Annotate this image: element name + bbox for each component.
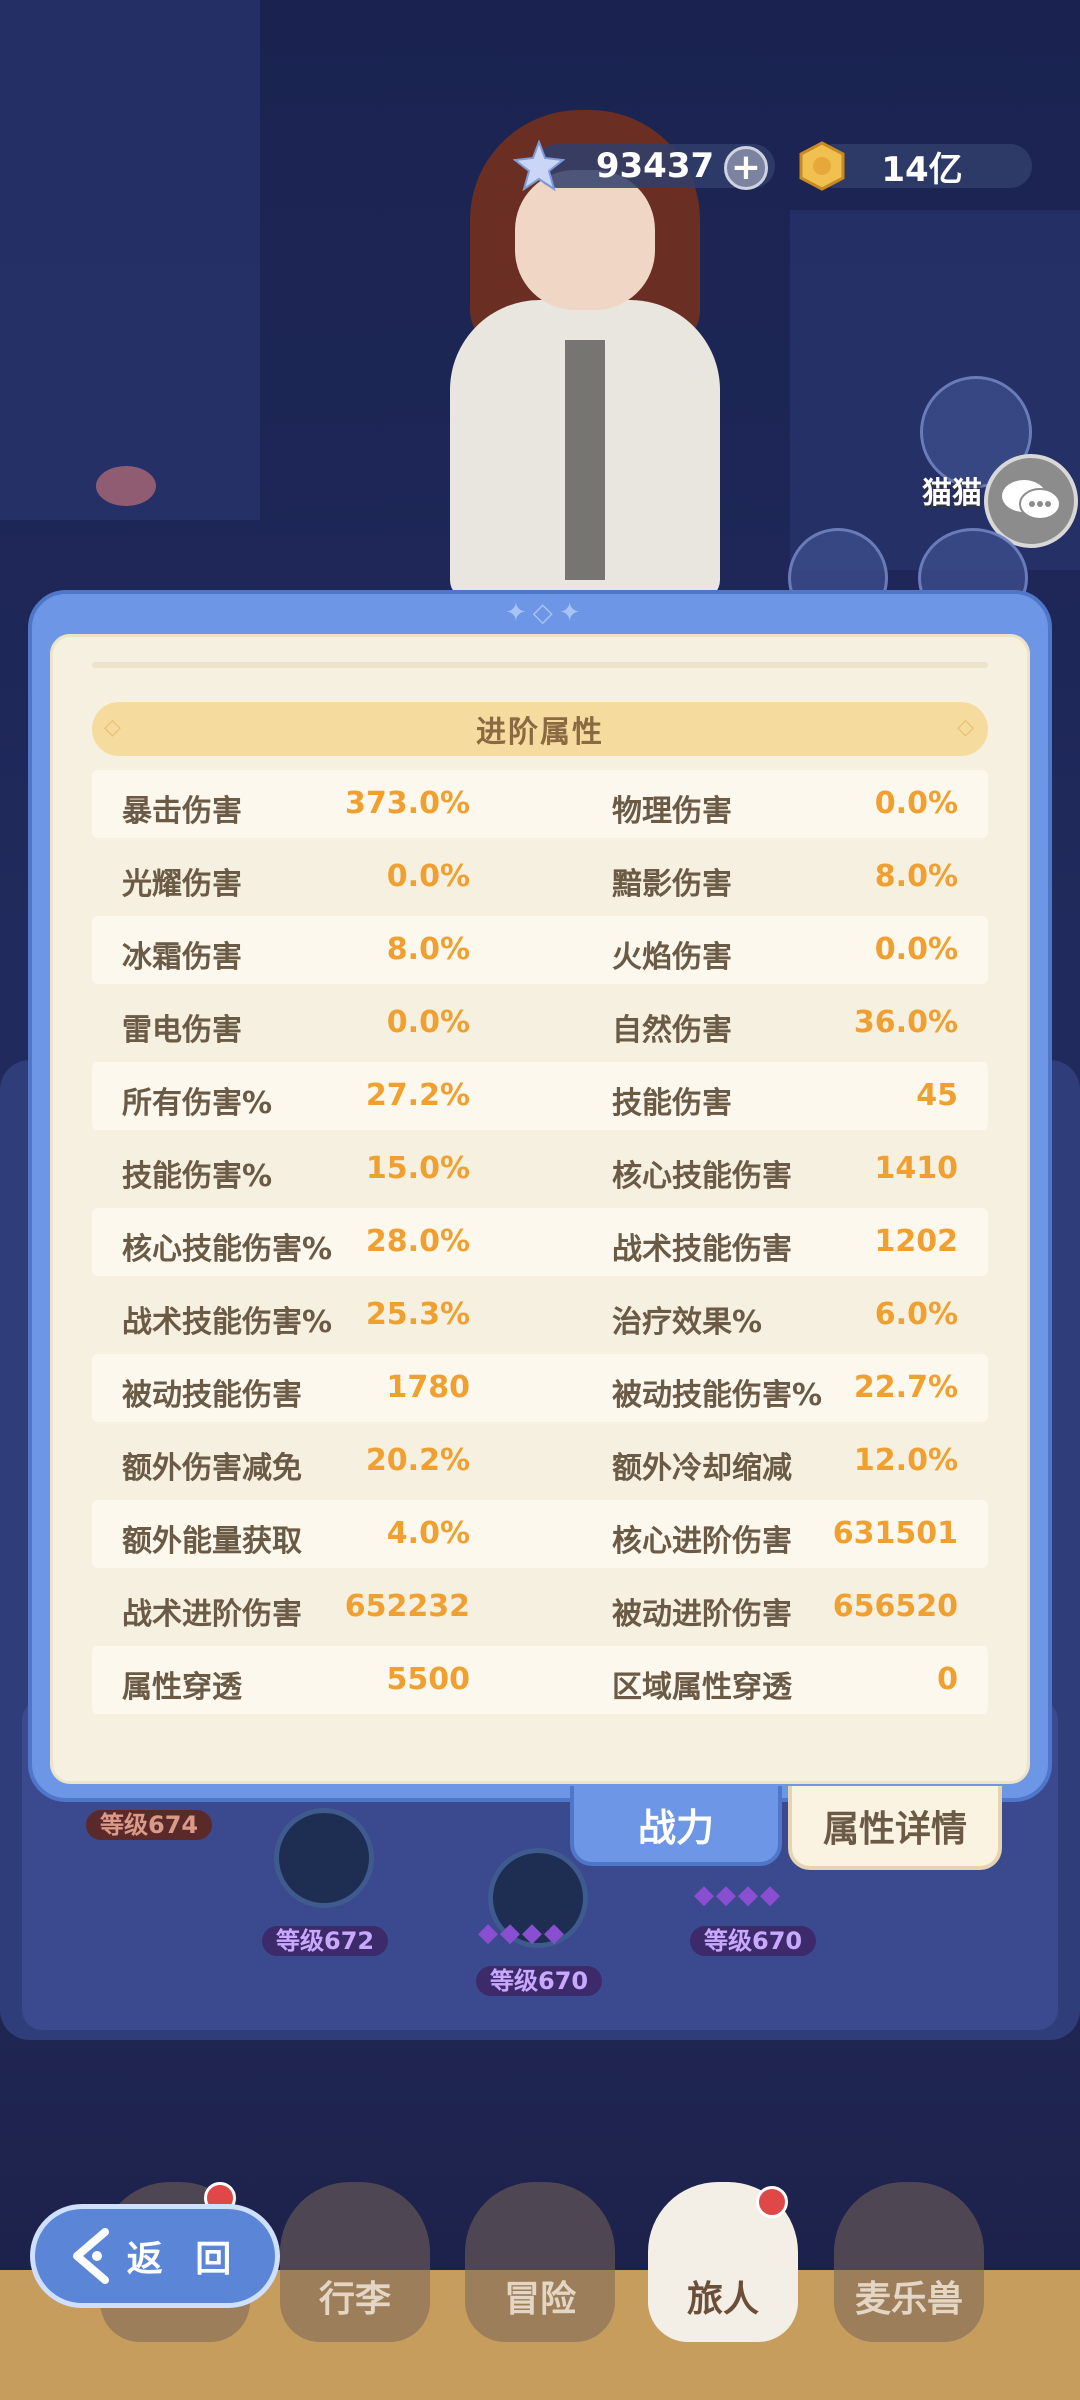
dialog-top-ornament: ✦◇✦ xyxy=(505,598,587,628)
section-title: 进阶属性 xyxy=(476,715,604,750)
attribute-row: 战术进阶伤害 652232 被动进阶伤害 656520 xyxy=(92,1573,988,1641)
attribute-value: 8.0% xyxy=(874,859,958,894)
attribute-value: 22.7% xyxy=(853,1370,958,1405)
attribute-value: 373.0% xyxy=(345,786,470,821)
rank-diamonds: ◆◆◆◆ xyxy=(478,1918,566,1948)
attribute-value: 45 xyxy=(916,1078,958,1113)
attribute-row: 暴击伤害 373.0% 物理伤害 0.0% xyxy=(92,770,988,838)
nav-label-pet: 麦乐兽 xyxy=(854,2279,963,2320)
header-ornament-right: ◇ xyxy=(957,715,976,740)
attribute-value: 8.0% xyxy=(386,932,470,967)
attribute-label: 技能伤害% xyxy=(122,1159,273,1194)
attribute-value: 0 xyxy=(937,1662,958,1697)
tab-detail-label: 属性详情 xyxy=(822,1809,967,1850)
level-tag: 等级672 xyxy=(262,1926,389,1956)
cat-side-label: 猫猫 xyxy=(922,476,982,511)
attribute-value: 0.0% xyxy=(386,859,470,894)
crystal-amount: 93437 xyxy=(595,146,715,186)
background-ornament xyxy=(96,466,156,506)
background-building-left xyxy=(0,0,260,520)
attribute-value: 652232 xyxy=(344,1589,470,1624)
attribute-label: 自然伤害 xyxy=(612,1013,732,1048)
back-arrow-icon xyxy=(72,2228,109,2284)
attribute-row: 所有伤害% 27.2% 技能伤害 45 xyxy=(92,1062,988,1130)
attribute-row: 属性穿透 5500 区域属性穿透 0 xyxy=(92,1646,988,1714)
level-tag: 等级670 xyxy=(476,1966,603,1996)
panel-divider xyxy=(92,662,988,668)
attribute-label: 火焰伤害 xyxy=(612,940,732,975)
attribute-value: 15.0% xyxy=(365,1151,470,1186)
attribute-value: 20.2% xyxy=(365,1443,470,1478)
attribute-label: 物理伤害 xyxy=(612,794,732,829)
attribute-value: 27.2% xyxy=(365,1078,470,1113)
attribute-value: 4.0% xyxy=(386,1516,470,1551)
header-ornament-left: ◇ xyxy=(104,715,123,740)
nav-label-adventure: 冒险 xyxy=(503,2279,576,2320)
level-tag: 等级674 xyxy=(86,1810,213,1840)
character-figure xyxy=(440,40,730,600)
tab-power-label: 战力 xyxy=(637,1805,714,1850)
tab-attribute-detail[interactable]: 属性详情 xyxy=(788,1786,1002,1870)
notification-badge xyxy=(756,2186,788,2218)
nav-label-traveler: 旅人 xyxy=(686,2279,759,2320)
chat-icon xyxy=(1002,480,1061,520)
attribute-value: 6.0% xyxy=(874,1297,958,1332)
section-header: ◇ 进阶属性 ◇ xyxy=(92,702,988,756)
attribute-value: 1410 xyxy=(874,1151,959,1186)
rank-diamonds: ◆◆◆◆ xyxy=(694,1880,782,1910)
attribute-value: 631501 xyxy=(832,1516,958,1551)
nav-item-pet[interactable]: 麦乐兽 xyxy=(834,2182,984,2342)
attribute-value: 1780 xyxy=(386,1370,471,1405)
attribute-row: 冰霜伤害 8.0% 火焰伤害 0.0% xyxy=(92,916,988,984)
nav-item-luggage[interactable]: 行李 xyxy=(280,2182,430,2342)
attribute-row: 雷电伤害 0.0% 自然伤害 36.0% xyxy=(92,989,988,1057)
attribute-value: 0.0% xyxy=(874,786,958,821)
coin-icon xyxy=(796,140,848,192)
attribute-label: 黯影伤害 xyxy=(612,867,732,902)
attribute-value: 36.0% xyxy=(853,1005,958,1040)
attribute-row: 战术技能伤害% 25.3% 治疗效果% 6.0% xyxy=(92,1281,988,1349)
add-crystal-button[interactable]: + xyxy=(724,146,768,190)
tab-power[interactable]: 战力 xyxy=(570,1786,782,1866)
attribute-row: 核心技能伤害% 28.0% 战术技能伤害 1202 xyxy=(92,1208,988,1276)
character-tie xyxy=(565,340,605,580)
skill-node[interactable] xyxy=(274,1808,374,1908)
back-button-label: 返 回 xyxy=(126,2239,242,2280)
attribute-label: 治疗效果% xyxy=(612,1305,763,1340)
back-button[interactable]: 返 回 xyxy=(30,2204,280,2308)
attribute-label: 光耀伤害 xyxy=(122,867,242,902)
attribute-row: 技能伤害% 15.0% 核心技能伤害 1410 xyxy=(92,1135,988,1203)
attribute-row: 被动技能伤害 1780 被动技能伤害% 22.7% xyxy=(92,1354,988,1422)
attribute-label: 技能伤害 xyxy=(612,1086,732,1121)
attribute-value: 25.3% xyxy=(365,1297,470,1332)
attribute-label: 雷电伤害 xyxy=(122,1013,242,1048)
attribute-value: 0.0% xyxy=(386,1005,470,1040)
attribute-value: 12.0% xyxy=(853,1443,958,1478)
attribute-value: 1202 xyxy=(874,1224,959,1259)
attribute-label: 冰霜伤害 xyxy=(122,940,242,975)
attribute-value: 0.0% xyxy=(874,932,958,967)
attribute-row: 光耀伤害 0.0% 黯影伤害 8.0% xyxy=(92,843,988,911)
attribute-row: 额外伤害减免 20.2% 额外冷却缩减 12.0% xyxy=(92,1427,988,1495)
attribute-label: 属性穿透 xyxy=(122,1670,242,1705)
attribute-value: 5500 xyxy=(386,1662,471,1697)
attribute-label: 所有伤害% xyxy=(122,1086,273,1121)
nav-label-luggage: 行李 xyxy=(318,2279,391,2320)
attribute-value: 28.0% xyxy=(365,1224,470,1259)
level-tag: 等级670 xyxy=(690,1926,817,1956)
attribute-value: 656520 xyxy=(832,1589,958,1624)
attribute-row: 额外能量获取 4.0% 核心进阶伤害 631501 xyxy=(92,1500,988,1568)
coin-amount: 14亿 xyxy=(881,149,963,190)
nav-item-adventure[interactable]: 冒险 xyxy=(465,2182,615,2342)
attribute-label: 暴击伤害 xyxy=(122,794,242,829)
crystal-icon xyxy=(512,139,566,192)
